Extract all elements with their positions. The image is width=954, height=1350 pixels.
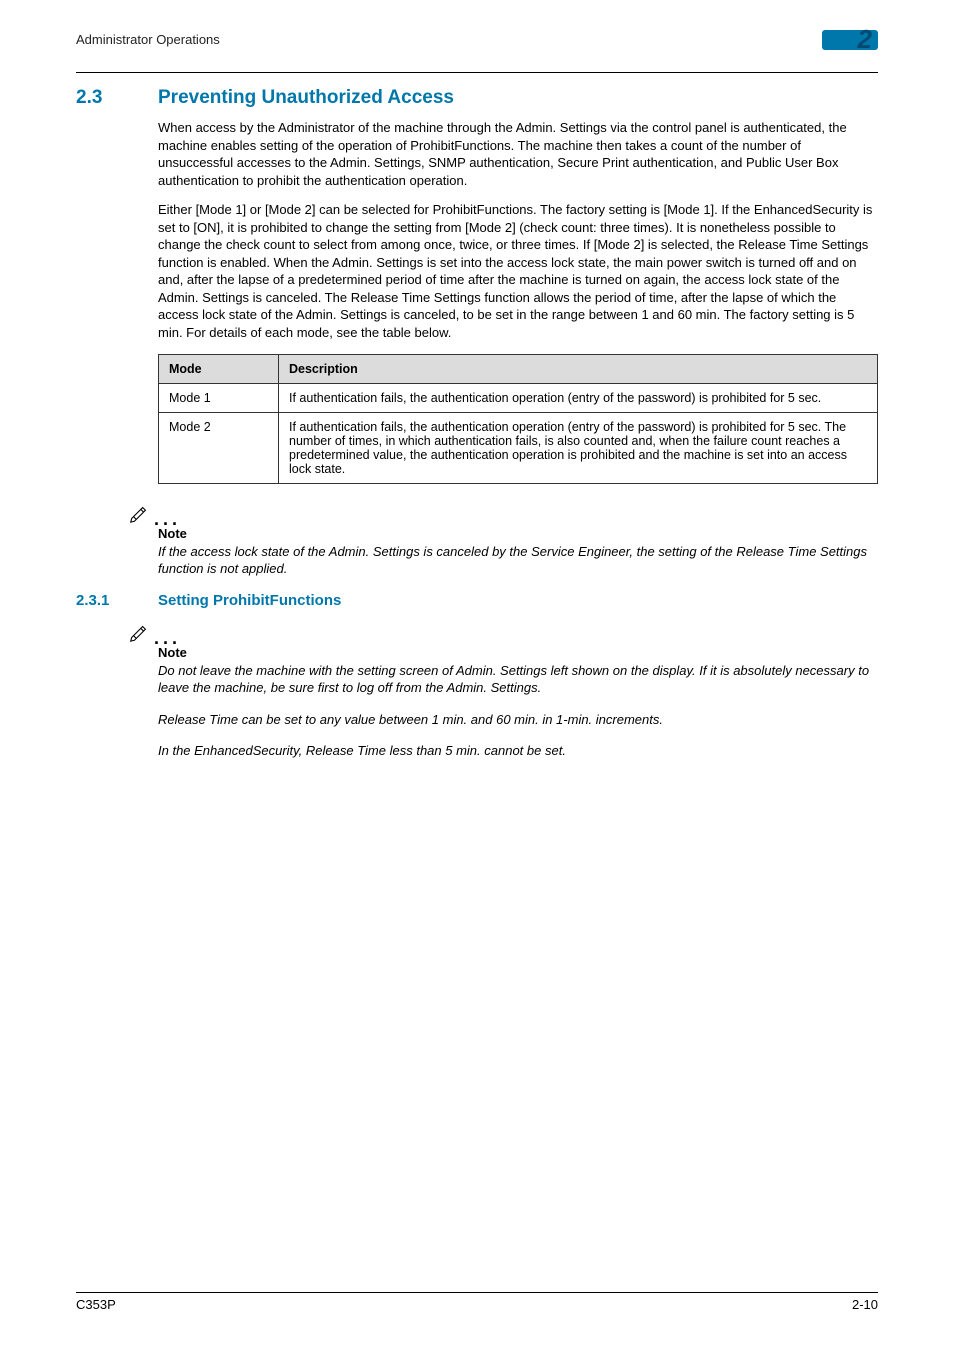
footer-model: C353P (76, 1297, 116, 1312)
footer-row: C353P 2-10 (76, 1297, 878, 1312)
running-title: Administrator Operations (76, 30, 220, 47)
note-body: In the EnhancedSecurity, Release Time le… (158, 742, 878, 760)
page-header: Administrator Operations 2 (76, 30, 878, 72)
note-body: Release Time can be set to any value bet… (158, 711, 878, 729)
subsection-heading: 2.3.1 Setting ProhibitFunctions (76, 592, 878, 609)
section-heading: 2.3 Preventing Unauthorized Access (76, 87, 878, 109)
note-icon-row: ... (128, 502, 878, 524)
subsection-title: Setting ProhibitFunctions (158, 592, 341, 609)
table-cell-mode: Mode 2 (159, 412, 279, 483)
ellipsis-icon: ... (154, 514, 181, 524)
note-body: Do not leave the machine with the settin… (158, 662, 878, 697)
pencil-icon (128, 621, 150, 643)
note-label: Note (158, 645, 878, 660)
footer-page-number: 2-10 (852, 1297, 878, 1312)
table-row: Mode 2 If authentication fails, the auth… (159, 412, 878, 483)
section-number: 2.3 (76, 87, 128, 109)
chapter-badge: 2 (822, 30, 878, 60)
table-cell-description: If authentication fails, the authenticat… (279, 383, 878, 412)
chapter-number: 2 (858, 24, 872, 55)
table-cell-mode: Mode 1 (159, 383, 279, 412)
paragraph: Either [Mode 1] or [Mode 2] can be selec… (158, 201, 878, 341)
note-icon-row: ... (128, 621, 878, 643)
paragraph: When access by the Administrator of the … (158, 119, 878, 189)
footer-rule (76, 1292, 878, 1293)
page: Administrator Operations 2 2.3 Preventin… (0, 0, 954, 1350)
table-header-description: Description (279, 354, 878, 383)
page-footer: C353P 2-10 (76, 1292, 878, 1312)
subsection-number: 2.3.1 (76, 592, 128, 609)
modes-table: Mode Description Mode 1 If authenticatio… (158, 354, 878, 484)
section-body: When access by the Administrator of the … (158, 119, 878, 484)
header-rule (76, 72, 878, 73)
table-cell-description: If authentication fails, the authenticat… (279, 412, 878, 483)
note-body: If the access lock state of the Admin. S… (158, 543, 878, 578)
pencil-icon (128, 502, 150, 524)
table-header-mode: Mode (159, 354, 279, 383)
table-header-row: Mode Description (159, 354, 878, 383)
note-label: Note (158, 526, 878, 541)
section-title: Preventing Unauthorized Access (158, 87, 454, 109)
table-row: Mode 1 If authentication fails, the auth… (159, 383, 878, 412)
ellipsis-icon: ... (154, 633, 181, 643)
